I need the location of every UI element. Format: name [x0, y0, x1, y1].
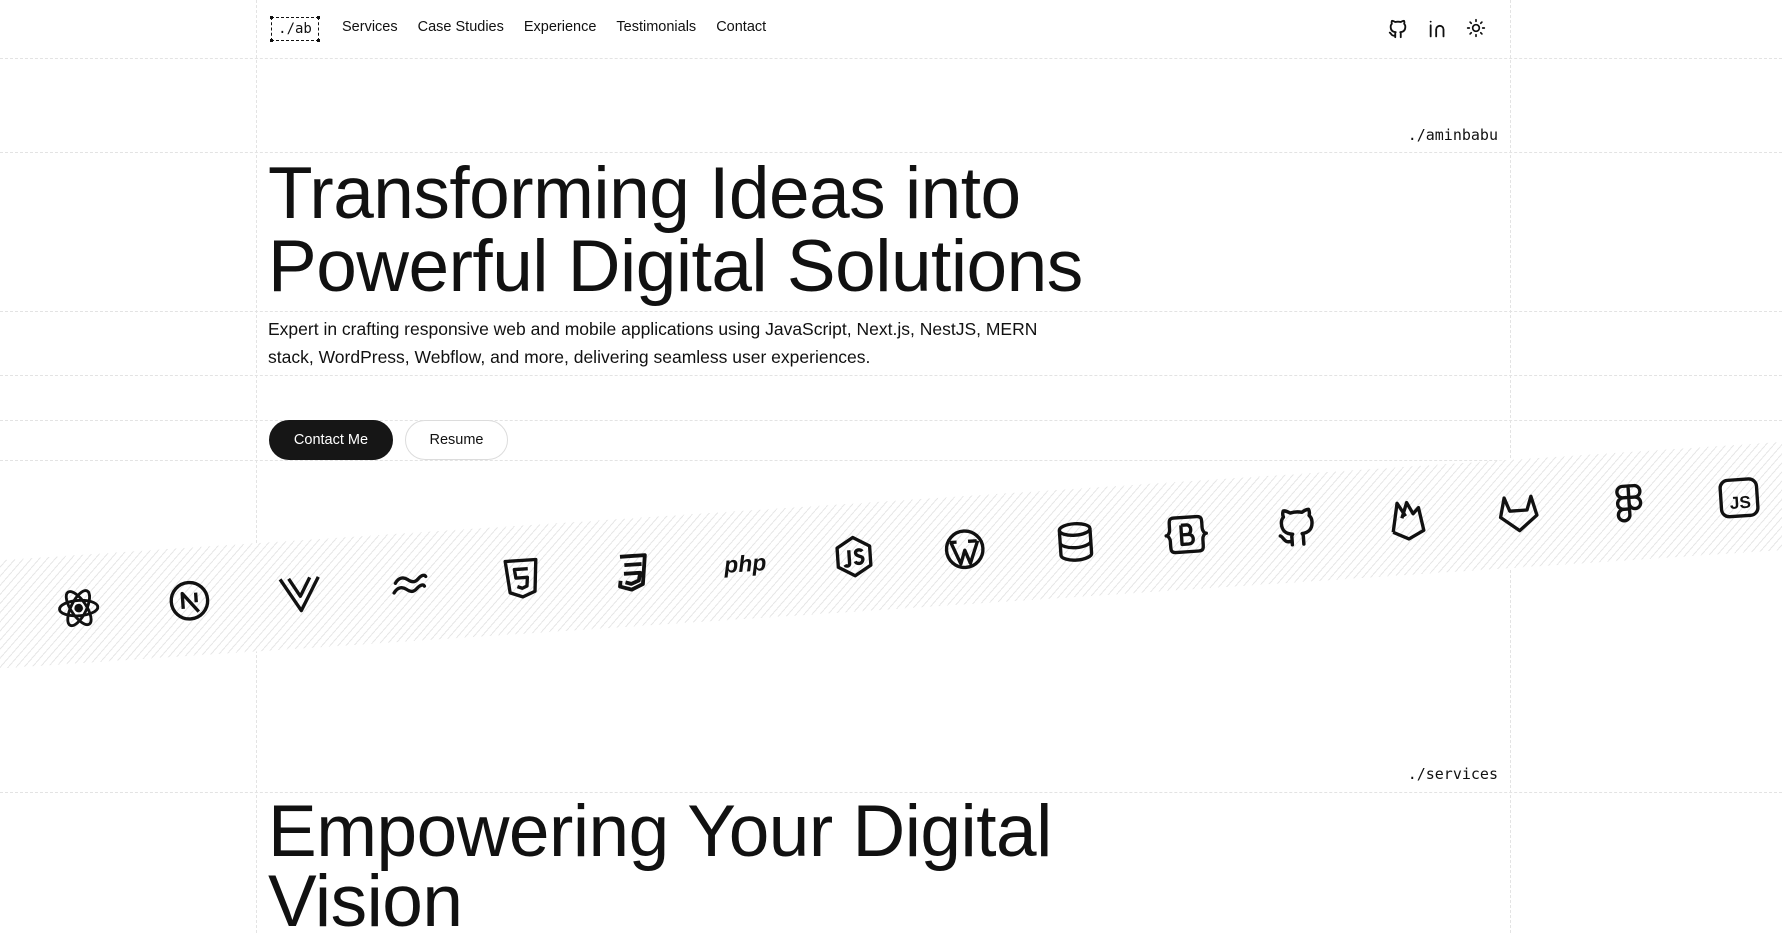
hero-title-line: Transforming Ideas into	[268, 153, 1021, 234]
vue-icon	[276, 569, 325, 618]
nav-testimonials[interactable]: Testimonials	[616, 19, 696, 35]
grid-line	[0, 375, 1782, 376]
bootstrap-icon	[1162, 510, 1211, 559]
contact-me-button[interactable]: Contact Me	[269, 420, 393, 460]
tailwind-icon	[386, 562, 435, 611]
react-icon	[54, 584, 103, 633]
tech-stack-banner: php JS	[0, 438, 1782, 671]
firebase-icon	[1383, 495, 1432, 544]
figma-icon	[1605, 481, 1654, 530]
database-icon	[1051, 517, 1100, 566]
linkedin-icon[interactable]	[1427, 18, 1449, 40]
grid-line	[256, 0, 257, 933]
sun-icon[interactable]	[1466, 18, 1488, 40]
nav-experience[interactable]: Experience	[524, 19, 597, 35]
section-path-label: ./services	[1407, 765, 1498, 783]
services-title-line: Vision	[268, 861, 463, 942]
nav-case-studies[interactable]: Case Studies	[418, 19, 504, 35]
php-text: php	[722, 549, 767, 578]
nav-services[interactable]: Services	[342, 19, 398, 35]
hero-title-line: Powerful Digital Solutions	[268, 226, 1083, 307]
section-path-label: ./aminbabu	[1407, 126, 1498, 144]
php-icon: php	[714, 539, 777, 589]
github-icon[interactable]	[1387, 18, 1409, 40]
grid-line	[0, 420, 1782, 421]
github-icon	[1273, 503, 1322, 552]
nextjs-icon	[165, 576, 214, 625]
hero-subtitle: Expert in crafting responsive web and mo…	[268, 319, 1038, 367]
css3-icon	[608, 547, 657, 596]
grid-line	[0, 311, 1782, 312]
hero-title: Transforming Ideas into Powerful Digital…	[268, 157, 1268, 303]
wordpress-icon	[940, 525, 989, 574]
html5-icon	[497, 554, 546, 603]
grid-line	[0, 58, 1782, 59]
javascript-icon: JS	[1715, 473, 1764, 522]
site-header: ./ab Services Case Studies Experience Te…	[0, 0, 1782, 58]
resume-button[interactable]: Resume	[405, 420, 508, 460]
logo[interactable]: ./ab	[270, 16, 320, 42]
js-text: JS	[1729, 492, 1751, 513]
services-title: Empowering Your Digital Vision	[268, 791, 1052, 942]
nav-contact[interactable]: Contact	[716, 19, 766, 35]
nodejs-icon	[829, 532, 878, 581]
tech-icon-row: php JS	[0, 439, 1782, 671]
main-nav: Services Case Studies Experience Testimo…	[342, 19, 766, 35]
services-title-line: Empowering Your Digital	[268, 791, 1052, 872]
gitlab-icon	[1494, 488, 1543, 537]
logo-text: ./ab	[278, 21, 312, 37]
